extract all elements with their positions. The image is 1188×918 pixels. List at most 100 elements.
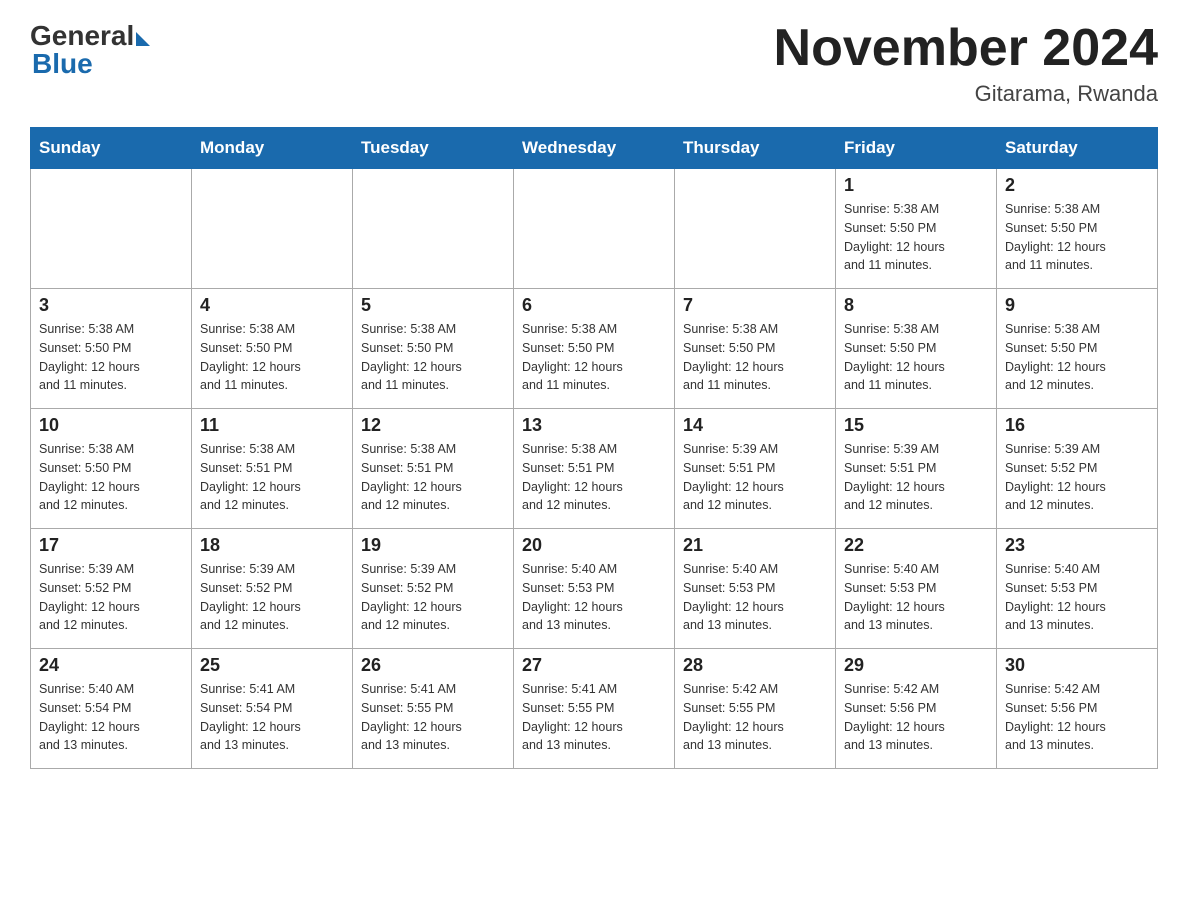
- day-number: 18: [200, 535, 344, 556]
- day-info: Sunrise: 5:41 AM Sunset: 5:55 PM Dayligh…: [361, 680, 505, 755]
- weekday-header-row: SundayMondayTuesdayWednesdayThursdayFrid…: [31, 128, 1158, 169]
- day-info: Sunrise: 5:41 AM Sunset: 5:55 PM Dayligh…: [522, 680, 666, 755]
- day-info: Sunrise: 5:39 AM Sunset: 5:52 PM Dayligh…: [200, 560, 344, 635]
- weekday-header-saturday: Saturday: [997, 128, 1158, 169]
- day-info: Sunrise: 5:38 AM Sunset: 5:50 PM Dayligh…: [361, 320, 505, 395]
- calendar-cell: 11 Sunrise: 5:38 AM Sunset: 5:51 PM Dayli…: [192, 409, 353, 529]
- calendar-table: SundayMondayTuesdayWednesdayThursdayFrid…: [30, 127, 1158, 769]
- calendar-cell: 16Sunrise: 5:39 AM Sunset: 5:52 PM Dayli…: [997, 409, 1158, 529]
- header: General Blue November 2024 Gitarama, Rwa…: [30, 20, 1158, 107]
- day-info: Sunrise: 5:38 AM Sunset: 5:50 PM Dayligh…: [1005, 200, 1149, 275]
- day-info: Sunrise: 5:38 AM Sunset: 5:50 PM Dayligh…: [39, 440, 183, 515]
- calendar-cell: 2 Sunrise: 5:38 AM Sunset: 5:50 PM Daylig…: [997, 169, 1158, 289]
- day-number: 28: [683, 655, 827, 676]
- calendar-cell: 18 Sunrise: 5:39 AM Sunset: 5:52 PM Dayli…: [192, 529, 353, 649]
- calendar-cell: 28 Sunrise: 5:42 AM Sunset: 5:55 PM Dayli…: [675, 649, 836, 769]
- day-info: Sunrise: 5:40 AM Sunset: 5:53 PM Dayligh…: [683, 560, 827, 635]
- day-info: Sunrise: 5:39 AM Sunset: 5:52 PM Dayligh…: [39, 560, 183, 635]
- calendar-cell: 25 Sunrise: 5:41 AM Sunset: 5:54 PM Dayli…: [192, 649, 353, 769]
- calendar-week-row: 24Sunrise: 5:40 AM Sunset: 5:54 PM Dayli…: [31, 649, 1158, 769]
- day-info: Sunrise: 5:38 AM Sunset: 5:50 PM Dayligh…: [683, 320, 827, 395]
- weekday-header-sunday: Sunday: [31, 128, 192, 169]
- day-number: 21: [683, 535, 827, 556]
- day-info: Sunrise: 5:38 AM Sunset: 5:50 PM Dayligh…: [844, 320, 988, 395]
- calendar-cell: [31, 169, 192, 289]
- day-number: 16: [1005, 415, 1149, 436]
- day-info: Sunrise: 5:38 AM Sunset: 5:50 PM Dayligh…: [1005, 320, 1149, 395]
- day-info: Sunrise: 5:38 AM Sunset: 5:51 PM Dayligh…: [522, 440, 666, 515]
- calendar-cell: 10 Sunrise: 5:38 AM Sunset: 5:50 PM Dayli…: [31, 409, 192, 529]
- location-subtitle: Gitarama, Rwanda: [774, 81, 1158, 107]
- calendar-cell: 27 Sunrise: 5:41 AM Sunset: 5:55 PM Dayli…: [514, 649, 675, 769]
- calendar-cell: 6Sunrise: 5:38 AM Sunset: 5:50 PM Daylig…: [514, 289, 675, 409]
- calendar-cell: 20Sunrise: 5:40 AM Sunset: 5:53 PM Dayli…: [514, 529, 675, 649]
- day-number: 26: [361, 655, 505, 676]
- calendar-cell: 9 Sunrise: 5:38 AM Sunset: 5:50 PM Daylig…: [997, 289, 1158, 409]
- calendar-cell: 23 Sunrise: 5:40 AM Sunset: 5:53 PM Dayli…: [997, 529, 1158, 649]
- day-info: Sunrise: 5:39 AM Sunset: 5:52 PM Dayligh…: [361, 560, 505, 635]
- calendar-cell: 5 Sunrise: 5:38 AM Sunset: 5:50 PM Daylig…: [353, 289, 514, 409]
- calendar-week-row: 3 Sunrise: 5:38 AM Sunset: 5:50 PM Daylig…: [31, 289, 1158, 409]
- logo-triangle-icon: [136, 32, 150, 46]
- weekday-header-wednesday: Wednesday: [514, 128, 675, 169]
- day-number: 24: [39, 655, 183, 676]
- day-number: 23: [1005, 535, 1149, 556]
- calendar-cell: 17 Sunrise: 5:39 AM Sunset: 5:52 PM Dayli…: [31, 529, 192, 649]
- calendar-cell: 29Sunrise: 5:42 AM Sunset: 5:56 PM Dayli…: [836, 649, 997, 769]
- day-number: 17: [39, 535, 183, 556]
- weekday-header-monday: Monday: [192, 128, 353, 169]
- calendar-cell: 19 Sunrise: 5:39 AM Sunset: 5:52 PM Dayli…: [353, 529, 514, 649]
- day-info: Sunrise: 5:39 AM Sunset: 5:51 PM Dayligh…: [844, 440, 988, 515]
- day-number: 7: [683, 295, 827, 316]
- calendar-cell: 7 Sunrise: 5:38 AM Sunset: 5:50 PM Daylig…: [675, 289, 836, 409]
- calendar-week-row: 1Sunrise: 5:38 AM Sunset: 5:50 PM Daylig…: [31, 169, 1158, 289]
- calendar-cell: 24Sunrise: 5:40 AM Sunset: 5:54 PM Dayli…: [31, 649, 192, 769]
- day-number: 19: [361, 535, 505, 556]
- calendar-cell: 14 Sunrise: 5:39 AM Sunset: 5:51 PM Dayli…: [675, 409, 836, 529]
- calendar-week-row: 17 Sunrise: 5:39 AM Sunset: 5:52 PM Dayli…: [31, 529, 1158, 649]
- day-number: 13: [522, 415, 666, 436]
- day-number: 30: [1005, 655, 1149, 676]
- day-number: 14: [683, 415, 827, 436]
- day-number: 6: [522, 295, 666, 316]
- day-number: 5: [361, 295, 505, 316]
- day-info: Sunrise: 5:41 AM Sunset: 5:54 PM Dayligh…: [200, 680, 344, 755]
- calendar-cell: 1Sunrise: 5:38 AM Sunset: 5:50 PM Daylig…: [836, 169, 997, 289]
- calendar-cell: 13 Sunrise: 5:38 AM Sunset: 5:51 PM Dayli…: [514, 409, 675, 529]
- day-number: 8: [844, 295, 988, 316]
- day-info: Sunrise: 5:39 AM Sunset: 5:51 PM Dayligh…: [683, 440, 827, 515]
- logo-blue-text: Blue: [32, 48, 93, 80]
- weekday-header-friday: Friday: [836, 128, 997, 169]
- calendar-cell: 12Sunrise: 5:38 AM Sunset: 5:51 PM Dayli…: [353, 409, 514, 529]
- day-number: 15: [844, 415, 988, 436]
- calendar-cell: 4 Sunrise: 5:38 AM Sunset: 5:50 PM Daylig…: [192, 289, 353, 409]
- calendar-cell: 22Sunrise: 5:40 AM Sunset: 5:53 PM Dayli…: [836, 529, 997, 649]
- day-number: 27: [522, 655, 666, 676]
- day-info: Sunrise: 5:42 AM Sunset: 5:55 PM Dayligh…: [683, 680, 827, 755]
- calendar-cell: [514, 169, 675, 289]
- day-number: 2: [1005, 175, 1149, 196]
- day-info: Sunrise: 5:38 AM Sunset: 5:50 PM Dayligh…: [200, 320, 344, 395]
- calendar-cell: 21 Sunrise: 5:40 AM Sunset: 5:53 PM Dayli…: [675, 529, 836, 649]
- day-number: 4: [200, 295, 344, 316]
- day-number: 25: [200, 655, 344, 676]
- weekday-header-thursday: Thursday: [675, 128, 836, 169]
- day-info: Sunrise: 5:42 AM Sunset: 5:56 PM Dayligh…: [844, 680, 988, 755]
- logo: General Blue: [30, 20, 150, 80]
- day-number: 3: [39, 295, 183, 316]
- calendar-cell: 30Sunrise: 5:42 AM Sunset: 5:56 PM Dayli…: [997, 649, 1158, 769]
- day-number: 10: [39, 415, 183, 436]
- day-info: Sunrise: 5:38 AM Sunset: 5:51 PM Dayligh…: [200, 440, 344, 515]
- calendar-week-row: 10 Sunrise: 5:38 AM Sunset: 5:50 PM Dayli…: [31, 409, 1158, 529]
- day-number: 9: [1005, 295, 1149, 316]
- day-info: Sunrise: 5:38 AM Sunset: 5:51 PM Dayligh…: [361, 440, 505, 515]
- day-number: 11: [200, 415, 344, 436]
- calendar-cell: [353, 169, 514, 289]
- day-info: Sunrise: 5:40 AM Sunset: 5:53 PM Dayligh…: [1005, 560, 1149, 635]
- day-info: Sunrise: 5:38 AM Sunset: 5:50 PM Dayligh…: [39, 320, 183, 395]
- calendar-cell: 8 Sunrise: 5:38 AM Sunset: 5:50 PM Daylig…: [836, 289, 997, 409]
- weekday-header-tuesday: Tuesday: [353, 128, 514, 169]
- title-area: November 2024 Gitarama, Rwanda: [774, 20, 1158, 107]
- calendar-cell: 15 Sunrise: 5:39 AM Sunset: 5:51 PM Dayli…: [836, 409, 997, 529]
- day-number: 22: [844, 535, 988, 556]
